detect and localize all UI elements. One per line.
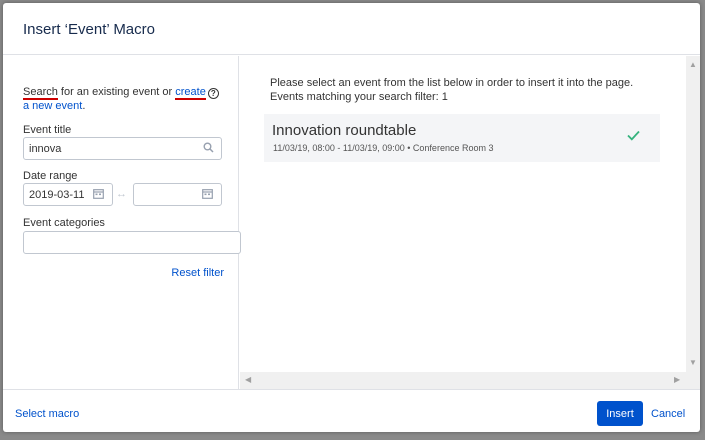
scroll-left-arrow-icon[interactable]: ◀ <box>245 375 251 384</box>
search-text: Search <box>23 86 58 100</box>
horizontal-scrollbar[interactable]: ◀ ▶ <box>240 372 700 389</box>
new-event-link[interactable]: a new event <box>23 100 82 112</box>
scroll-up-arrow-icon[interactable]: ▲ <box>689 60 697 69</box>
date-range-separator-icon: ↔ <box>116 188 127 200</box>
event-categories-label: Event categories <box>23 217 105 229</box>
dialog-header: Insert ‘Event’ Macro <box>3 3 700 55</box>
search-icon <box>203 142 214 156</box>
results-info: Please select an event from the list bel… <box>270 76 633 104</box>
event-meta: 11/03/19, 08:00 - 11/03/19, 09:00 • Conf… <box>273 143 494 153</box>
cancel-link[interactable]: Cancel <box>651 408 685 420</box>
event-title-input[interactable]: innova <box>23 137 222 160</box>
calendar-icon[interactable] <box>202 188 213 202</box>
scroll-down-arrow-icon[interactable]: ▼ <box>689 358 697 367</box>
instruction-text: Please select an event from the list bel… <box>270 77 634 89</box>
event-title-value: innova <box>29 143 62 155</box>
vertical-scrollbar[interactable]: ▲ ▼ <box>686 56 700 372</box>
filter-panel: Search for an existing event or create? … <box>3 56 241 389</box>
event-list-item[interactable]: Innovation roundtable 11/03/19, 08:00 - … <box>264 114 660 162</box>
scroll-right-arrow-icon[interactable]: ▶ <box>674 375 680 384</box>
create-link[interactable]: create <box>175 86 206 100</box>
date-from-value: 2019-03-11 <box>29 189 85 201</box>
event-name: Innovation roundtable <box>272 122 417 139</box>
event-categories-input[interactable] <box>23 231 241 254</box>
event-results-panel: Please select an event from the list bel… <box>240 56 700 389</box>
match-count-text: Events matching your search filter: 1 <box>270 91 448 103</box>
intro-middle-text: for an existing event or <box>57 86 176 98</box>
checkmark-icon <box>627 128 640 145</box>
reset-filter-link[interactable]: Reset filter <box>171 267 224 279</box>
help-icon[interactable]: ? <box>207 88 219 99</box>
date-range-label: Date range <box>23 170 78 182</box>
calendar-icon[interactable] <box>93 188 104 202</box>
intro-end-text: . <box>82 100 86 112</box>
insert-button[interactable]: Insert <box>597 401 643 426</box>
dialog-title: Insert ‘Event’ Macro <box>23 21 155 38</box>
insert-event-macro-dialog: Insert ‘Event’ Macro Search for an exist… <box>3 3 700 432</box>
select-macro-link[interactable]: Select macro <box>15 408 79 420</box>
event-title-label: Event title <box>23 124 72 136</box>
search-intro: Search for an existing event or create? … <box>23 85 228 113</box>
dialog-footer: Select macro Insert Cancel <box>3 389 700 432</box>
